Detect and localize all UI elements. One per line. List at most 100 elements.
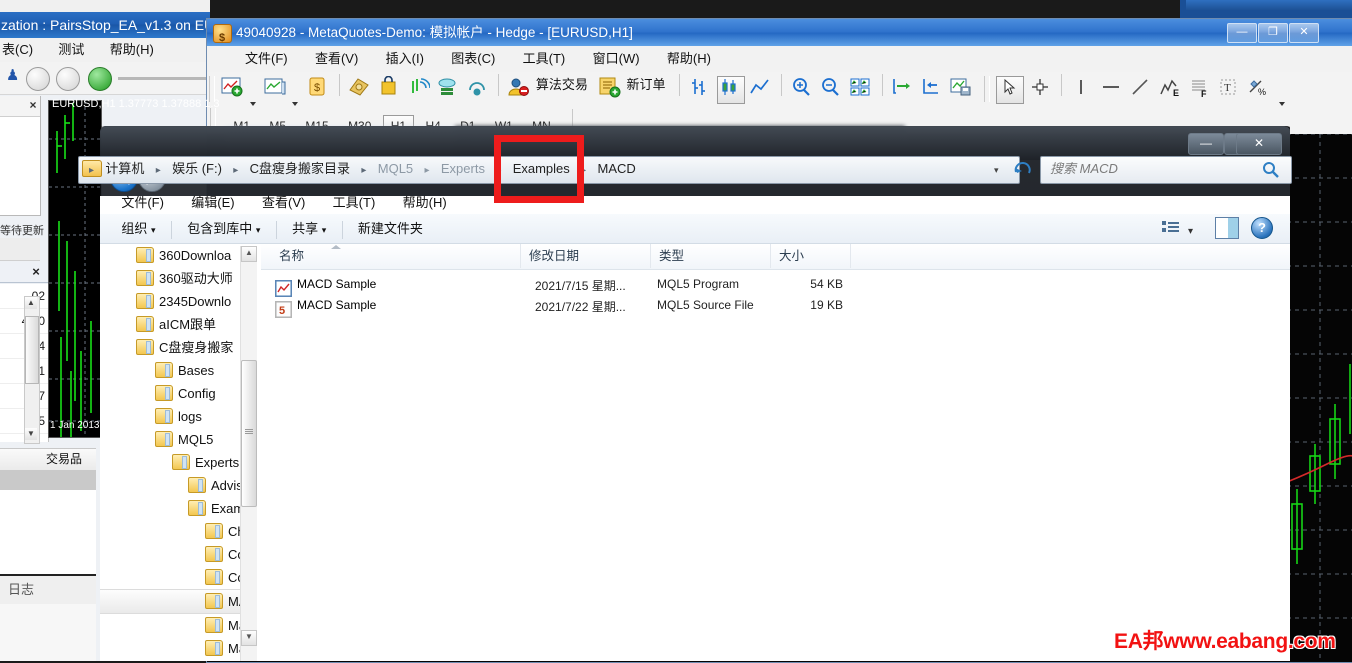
scrollbar-thumb[interactable] (241, 360, 257, 507)
refresh-icon[interactable] (1012, 159, 1034, 179)
close-button[interactable]: ✕ (1289, 23, 1319, 43)
cursor-icon[interactable] (996, 76, 1025, 104)
tree-item-chart[interactable]: Chart (100, 520, 255, 543)
tree-item-mql5[interactable]: MQL5 (100, 428, 255, 451)
bg-menu-charts[interactable]: 表(C) (0, 38, 33, 62)
tree-item-examples[interactable]: Examp (100, 497, 255, 520)
algo-trading-label[interactable]: 算法交易 (536, 72, 594, 98)
column-header-name[interactable]: 名称 (271, 244, 521, 268)
strategy-tester-icon[interactable] (435, 76, 461, 102)
include-in-library-button[interactable]: 包含到库中 ▾ (177, 214, 270, 244)
new-order-icon[interactable] (597, 76, 623, 102)
toolbar-grip[interactable] (984, 76, 990, 102)
menu-help[interactable]: 帮助(H) (655, 46, 723, 72)
close-icon[interactable]: × (28, 262, 44, 282)
bg-menu-test[interactable]: 测试 (36, 38, 84, 62)
column-header-date[interactable]: 修改日期 (521, 244, 651, 268)
auto-scroll-icon[interactable] (890, 76, 916, 102)
new-chart-icon[interactable] (220, 76, 246, 102)
new-order-label[interactable]: 新订单 (627, 72, 672, 98)
chevron-down-icon[interactable] (1278, 101, 1285, 106)
market-watch-icon[interactable]: $ (306, 76, 332, 102)
tree-item-correlation[interactable]: Corre (100, 566, 255, 589)
menu-file[interactable]: 文件(F) (109, 190, 176, 216)
tree-item-config[interactable]: Config (100, 382, 255, 405)
help-icon[interactable] (1251, 217, 1273, 239)
tree-item-controls[interactable]: Contr (100, 543, 255, 566)
bg-menu-help[interactable]: 帮助(H) (88, 38, 154, 62)
menu-edit[interactable]: 编辑(E) (179, 190, 246, 216)
menu-tools[interactable]: 工具(T) (321, 190, 388, 216)
zoom-in-icon[interactable] (790, 76, 816, 102)
elliott-wave-icon[interactable]: E (1157, 76, 1183, 102)
data-window-icon[interactable] (347, 76, 373, 102)
scroll-up-icon[interactable]: ▲ (241, 246, 257, 262)
menu-view[interactable]: 查看(V) (250, 190, 317, 216)
new-folder-button[interactable]: 新建文件夹 (348, 214, 433, 244)
tree-item-360driver[interactable]: 360驱动大师 (100, 267, 255, 290)
bar-chart-icon[interactable] (687, 76, 713, 102)
tree-item-math2[interactable]: Math (100, 637, 255, 660)
speed-slider[interactable] (118, 77, 210, 80)
menu-view[interactable]: 查看(V) (303, 46, 370, 72)
breadcrumb-drive-f[interactable]: 娱乐 (F:) (169, 156, 225, 182)
menu-charts[interactable]: 图表(C) (439, 46, 507, 72)
candlestick-chart-icon[interactable] (716, 76, 745, 104)
tree-item-logs[interactable]: logs (100, 405, 255, 428)
vertical-line-icon[interactable] (1069, 76, 1095, 102)
crosshair-icon[interactable] (1028, 76, 1054, 102)
text-label-icon[interactable]: T (1216, 76, 1242, 102)
tree-item-360download[interactable]: 360Downloa (100, 244, 255, 267)
save-template-icon[interactable] (949, 76, 975, 102)
address-dropdown-caret-icon[interactable]: ▾ (994, 165, 999, 176)
breadcrumb-mql5[interactable]: MQL5 (375, 156, 416, 182)
breadcrumb-computer[interactable]: 计算机 (102, 156, 147, 182)
scrollbar-thumb[interactable] (25, 316, 39, 384)
organize-button[interactable]: 组织 ▾ (111, 214, 165, 244)
menu-insert[interactable]: 插入(I) (374, 46, 436, 72)
scroll-down-icon[interactable]: ▼ (25, 428, 37, 440)
minimize-button[interactable]: — (1227, 23, 1257, 43)
line-chart-icon[interactable] (748, 76, 774, 102)
chevron-down-icon[interactable] (292, 101, 299, 106)
tree-item-aicm[interactable]: aICM跟单 (100, 313, 255, 336)
breadcrumb-experts[interactable]: Experts (438, 156, 488, 182)
breadcrumb-macd[interactable]: MACD (594, 156, 638, 182)
pause-button[interactable] (26, 67, 50, 91)
scroll-down-icon[interactable]: ▼ (241, 630, 257, 646)
chart-shift-icon[interactable] (919, 76, 945, 102)
tree-item-cpan-folder[interactable]: C盘瘦身搬家 (100, 336, 255, 359)
tile-windows-icon[interactable] (848, 76, 874, 102)
column-header-size[interactable]: 大小 (771, 244, 851, 268)
column-header-type[interactable]: 类型 (651, 244, 771, 268)
toolbox-icon[interactable] (406, 76, 432, 102)
close-button[interactable]: ✕ (1236, 133, 1282, 155)
stop-button[interactable] (56, 67, 80, 91)
menu-window[interactable]: 窗口(W) (581, 46, 652, 72)
tree-item-bases[interactable]: Bases (100, 359, 255, 382)
zoom-out-icon[interactable] (819, 76, 845, 102)
tree-item-math1[interactable]: Math (100, 614, 255, 637)
restore-button[interactable]: ❐ (1258, 23, 1288, 43)
fibonacci-icon[interactable]: F (1187, 76, 1213, 102)
chart-profiles-icon[interactable] (263, 76, 289, 102)
algo-trading-icon[interactable] (506, 76, 532, 102)
view-dropdown-caret-icon[interactable]: ▾ (1188, 226, 1193, 237)
menu-file[interactable]: 文件(F) (233, 46, 300, 72)
search-icon[interactable] (1262, 161, 1280, 182)
tree-item-advisors[interactable]: Adviso (100, 474, 255, 497)
menu-help[interactable]: 帮助(H) (391, 190, 459, 216)
share-button[interactable]: 共享 ▾ (282, 214, 336, 244)
table-row[interactable]: MACD Sample 2021/7/15 星期... MQL5 Program… (261, 277, 1290, 298)
breadcrumb-cpan-folder[interactable]: C盘瘦身搬家目录 (247, 156, 353, 182)
horizontal-line-icon[interactable] (1099, 76, 1125, 102)
table-row[interactable]: 5 MACD Sample 2021/7/22 星期... MQL5 Sourc… (261, 298, 1290, 319)
rewind-button[interactable] (88, 67, 112, 91)
trendline-icon[interactable] (1128, 76, 1154, 102)
chevron-down-icon[interactable] (249, 101, 256, 106)
tree-item-macd[interactable]: MAC (100, 589, 255, 614)
minimize-button[interactable]: — (1188, 133, 1224, 155)
person-icon[interactable]: ♟ (6, 66, 19, 84)
preview-pane-icon[interactable] (1215, 217, 1239, 239)
menu-tools[interactable]: 工具(T) (511, 46, 578, 72)
